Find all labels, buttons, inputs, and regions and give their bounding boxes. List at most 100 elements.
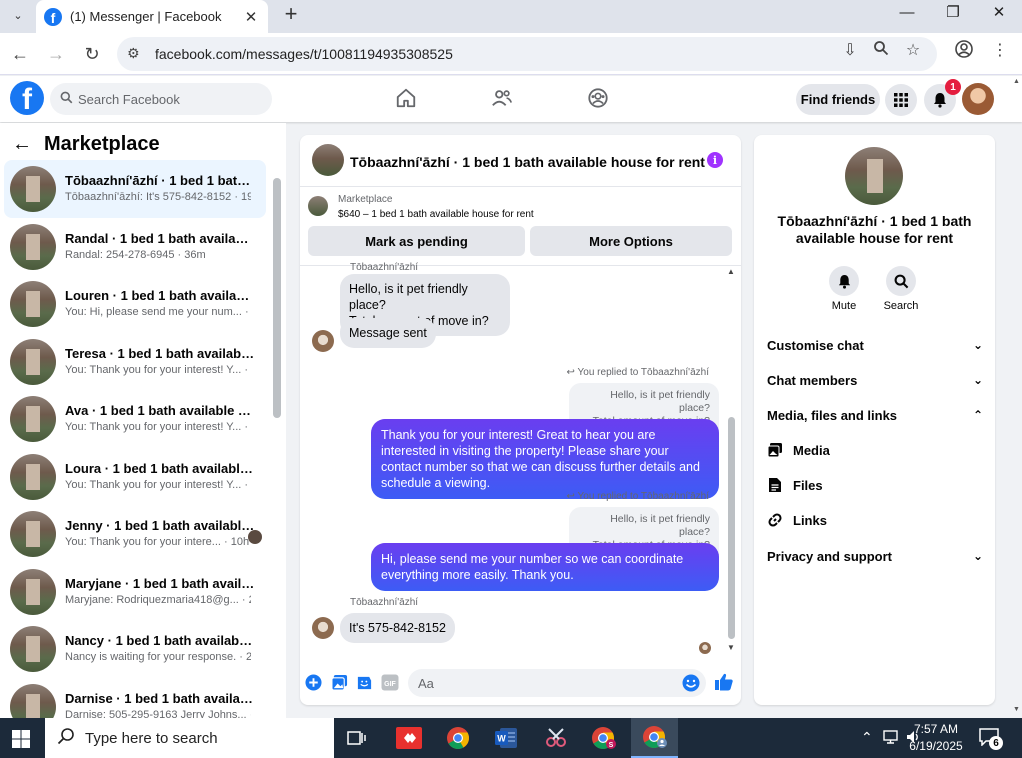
facebook-logo-icon[interactable]: f [10,81,44,115]
incoming-message[interactable]: It's 575-842-8152 [340,613,455,643]
thread-scroll-thumb[interactable] [728,417,735,639]
add-plus-icon[interactable] [305,674,323,692]
left-scrollbar[interactable] [273,178,281,418]
thread-scrollbar[interactable] [728,283,735,639]
mark-as-pending-button[interactable]: Mark as pending [308,226,525,256]
conversation-preview: You: Thank you for your interest! Y... ·… [65,421,251,433]
conversation-item[interactable]: Nancy · 1 bed 1 bath available h... Nancy… [4,620,266,678]
customise-chat-row[interactable]: Customise chat ⌄ [767,338,983,353]
scroll-up-icon[interactable]: ▲ [727,267,735,276]
chrome-app-icon[interactable] [444,724,472,752]
maximize-icon[interactable]: ❐ [930,0,976,24]
profile-icon[interactable] [953,40,975,63]
links-row[interactable]: Links [767,512,983,528]
reload-icon[interactable]: ↻ [79,41,105,67]
back-arrow-icon[interactable]: ← [12,133,32,156]
chat-title[interactable]: Tōbaazhní'āzhí · 1 bed 1 bath available … [350,154,705,170]
media-row[interactable]: Media [767,442,983,458]
taskbar-search-input[interactable]: Type here to search [45,718,334,758]
conversation-name: Ava · 1 bed 1 bath available hou... [65,403,255,418]
install-app-icon[interactable]: ⇩ [839,40,861,60]
search-in-conversation-icon[interactable] [886,266,916,296]
gif-icon[interactable]: GIF [381,674,399,692]
action-center-icon[interactable]: 6 [979,728,1003,750]
listing-title[interactable]: $640 – 1 bed 1 bath available house for … [338,209,534,220]
back-icon[interactable]: ← [7,41,33,67]
address-bar[interactable]: ⚙ facebook.com/messages/t/10081194935308… [117,37,937,71]
quote-line: Hello, is it pet friendly place? [610,389,710,414]
file-icon [767,477,783,493]
tab-search-chevron-icon[interactable]: ⌄ [6,4,30,26]
anydesk-app-icon[interactable] [395,724,423,752]
word-app-icon[interactable]: W [492,724,520,752]
bookmark-star-icon[interactable]: ☆ [902,40,924,60]
outgoing-message[interactable]: Thank you for your interest! Great to he… [371,419,719,499]
conversation-avatar [10,568,56,615]
thumbs-up-icon[interactable] [714,672,736,691]
action-center-badge: 6 [989,736,1003,750]
page-scroll-down-icon[interactable]: ▼ [1013,706,1020,713]
zoom-icon[interactable] [870,40,892,61]
message-input[interactable]: Aa [408,669,706,697]
conversation-info-icon[interactable]: i [707,152,723,168]
sticker-icon[interactable] [356,674,374,692]
chrome-active-app-icon[interactable] [631,718,678,758]
page-scroll-up-icon[interactable]: ▲ [1013,78,1020,85]
conversation-item[interactable]: Teresa · 1 bed 1 bath available h... You:… [4,333,266,391]
privacy-support-row[interactable]: Privacy and support ⌄ [767,549,983,564]
conversation-item[interactable]: Jenny · 1 bed 1 bath available ... You: T… [4,505,266,563]
conversation-item[interactable]: Maryjane · 1 bed 1 bath availabl... Maryj… [4,563,266,621]
replied-to-text: You replied to Tōbaazhní'āzhí [577,367,709,378]
facebook-search-input[interactable]: Search Facebook [50,83,272,115]
snipping-tool-icon[interactable] [542,724,570,752]
outgoing-message[interactable]: Hi, please send me your number so we can… [371,543,719,591]
chrome-profile-app-icon[interactable]: S [590,724,618,752]
site-settings-icon[interactable]: ⚙ [127,45,140,62]
conversation-name: Nancy · 1 bed 1 bath available h... [65,633,255,648]
find-friends-button[interactable]: Find friends [796,84,880,115]
conversation-item[interactable]: Loura · 1 bed 1 bath available h... You: … [4,448,266,506]
menu-grid-icon[interactable] [885,84,917,116]
incoming-message[interactable]: Message sent [340,318,436,348]
listing-thumbnail[interactable] [308,196,328,216]
windows-start-icon[interactable] [12,730,30,748]
photo-icon[interactable] [331,674,349,692]
taskbar-clock[interactable]: 7:57 AM 6/19/2025 [900,721,972,755]
sender-avatar[interactable] [312,330,334,352]
chat-avatar[interactable] [312,144,344,176]
details-name: Tōbaazhní'āzhí · 1 bed 1 bath available … [777,213,972,246]
minimize-icon[interactable]: — [884,0,930,24]
network-icon[interactable] [883,729,901,748]
conversation-item[interactable]: Darnise · 1 bed 1 bath available ... Darn… [4,678,266,718]
chat-members-row[interactable]: Chat members ⌄ [767,373,983,388]
conversation-item[interactable]: Ava · 1 bed 1 bath available hou... You: … [4,390,266,448]
emoji-icon[interactable] [682,674,700,692]
conversation-item[interactable]: Randal · 1 bed 1 bath available h... Rand… [4,218,266,276]
scroll-down-icon[interactable]: ▼ [727,643,735,652]
conversation-avatar [10,223,56,270]
files-row[interactable]: Files [767,477,983,493]
groups-icon[interactable] [587,87,611,111]
mute-bell-icon[interactable] [829,266,859,296]
friends-icon[interactable] [491,87,515,111]
media-image-icon [767,442,783,458]
media-files-links-row[interactable]: Media, files and links ⌃ [767,408,983,423]
home-icon[interactable] [395,87,419,111]
conversation-item[interactable]: Louren · 1 bed 1 bath available h... You:… [4,275,266,333]
search-placeholder: Search Facebook [78,92,180,107]
account-avatar[interactable] [962,83,994,115]
tab-close-icon[interactable]: ✕ [242,8,260,26]
window-close-icon[interactable]: ✕ [976,0,1022,24]
taskbar-search-placeholder: Type here to search [85,729,218,747]
show-hidden-icons-chevron-icon[interactable]: ⌃ [861,729,873,746]
more-options-button[interactable]: More Options [530,226,732,256]
conversation-item[interactable]: Tōbaazhní'āzhí · 1 bed 1 bath av... Tōbaa… [4,160,266,218]
forward-icon[interactable]: → [43,41,69,67]
browser-menu-icon[interactable]: ⋮ [989,40,1011,60]
sender-avatar[interactable] [312,617,334,639]
new-tab-icon[interactable]: + [280,1,302,27]
page-scrollbar[interactable]: ▲ ▼ [1012,78,1022,718]
browser-tab[interactable]: f (1) Messenger | Facebook ✕ [36,0,268,33]
task-view-icon[interactable] [343,724,371,752]
details-avatar[interactable] [845,147,903,205]
